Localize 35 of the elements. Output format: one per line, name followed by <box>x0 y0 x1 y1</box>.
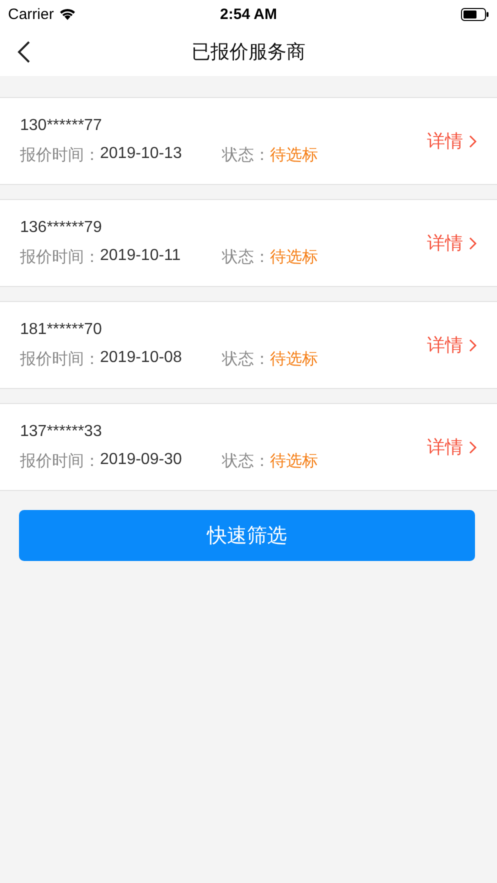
chevron-icon <box>469 134 477 148</box>
field-label: 报价时间： <box>20 350 100 370</box>
field-label: 状态： <box>222 452 270 472</box>
chevron-icon <box>469 338 477 352</box>
field-label: 状态： <box>222 146 270 166</box>
phone-number: 130******77 <box>20 116 103 134</box>
phone-number: 181******70 <box>20 320 103 338</box>
chevron-icon <box>469 236 477 250</box>
field-label: 状态： <box>222 248 270 268</box>
status-value: 待选标 <box>270 146 318 166</box>
battery-icon <box>461 8 489 20</box>
details-link[interactable]: 详情 <box>427 435 477 459</box>
page-title: 已报价服务商 <box>192 42 306 63</box>
field-label: 报价时间： <box>20 146 100 166</box>
field-label: 报价时间： <box>20 248 100 268</box>
quick-filter-button[interactable]: 快速筛选 <box>19 510 475 561</box>
carrier-name: Carrier <box>8 6 54 22</box>
field-label: 报价时间： <box>20 452 100 472</box>
clock-time: 2:54 AM <box>220 6 277 22</box>
chevron-icon <box>469 440 477 454</box>
wifi-icon <box>58 8 76 20</box>
status-value: 待选标 <box>270 452 318 472</box>
back-icon[interactable] <box>17 41 31 63</box>
details-link[interactable]: 详情 <box>427 129 477 153</box>
details-link[interactable]: 详情 <box>427 333 477 357</box>
phone-number: 136******79 <box>20 218 103 236</box>
field-label: 状态： <box>222 350 270 370</box>
details-link[interactable]: 详情 <box>427 231 477 255</box>
quote-date: 2019-10-13 <box>100 144 183 164</box>
status-value: 待选标 <box>270 350 318 370</box>
phone-number: 137******33 <box>20 422 103 440</box>
quote-date: 2019-09-30 <box>100 450 183 470</box>
status-value: 待选标 <box>270 248 318 268</box>
quote-date: 2019-10-11 <box>100 246 182 266</box>
quote-date: 2019-10-08 <box>100 348 183 368</box>
